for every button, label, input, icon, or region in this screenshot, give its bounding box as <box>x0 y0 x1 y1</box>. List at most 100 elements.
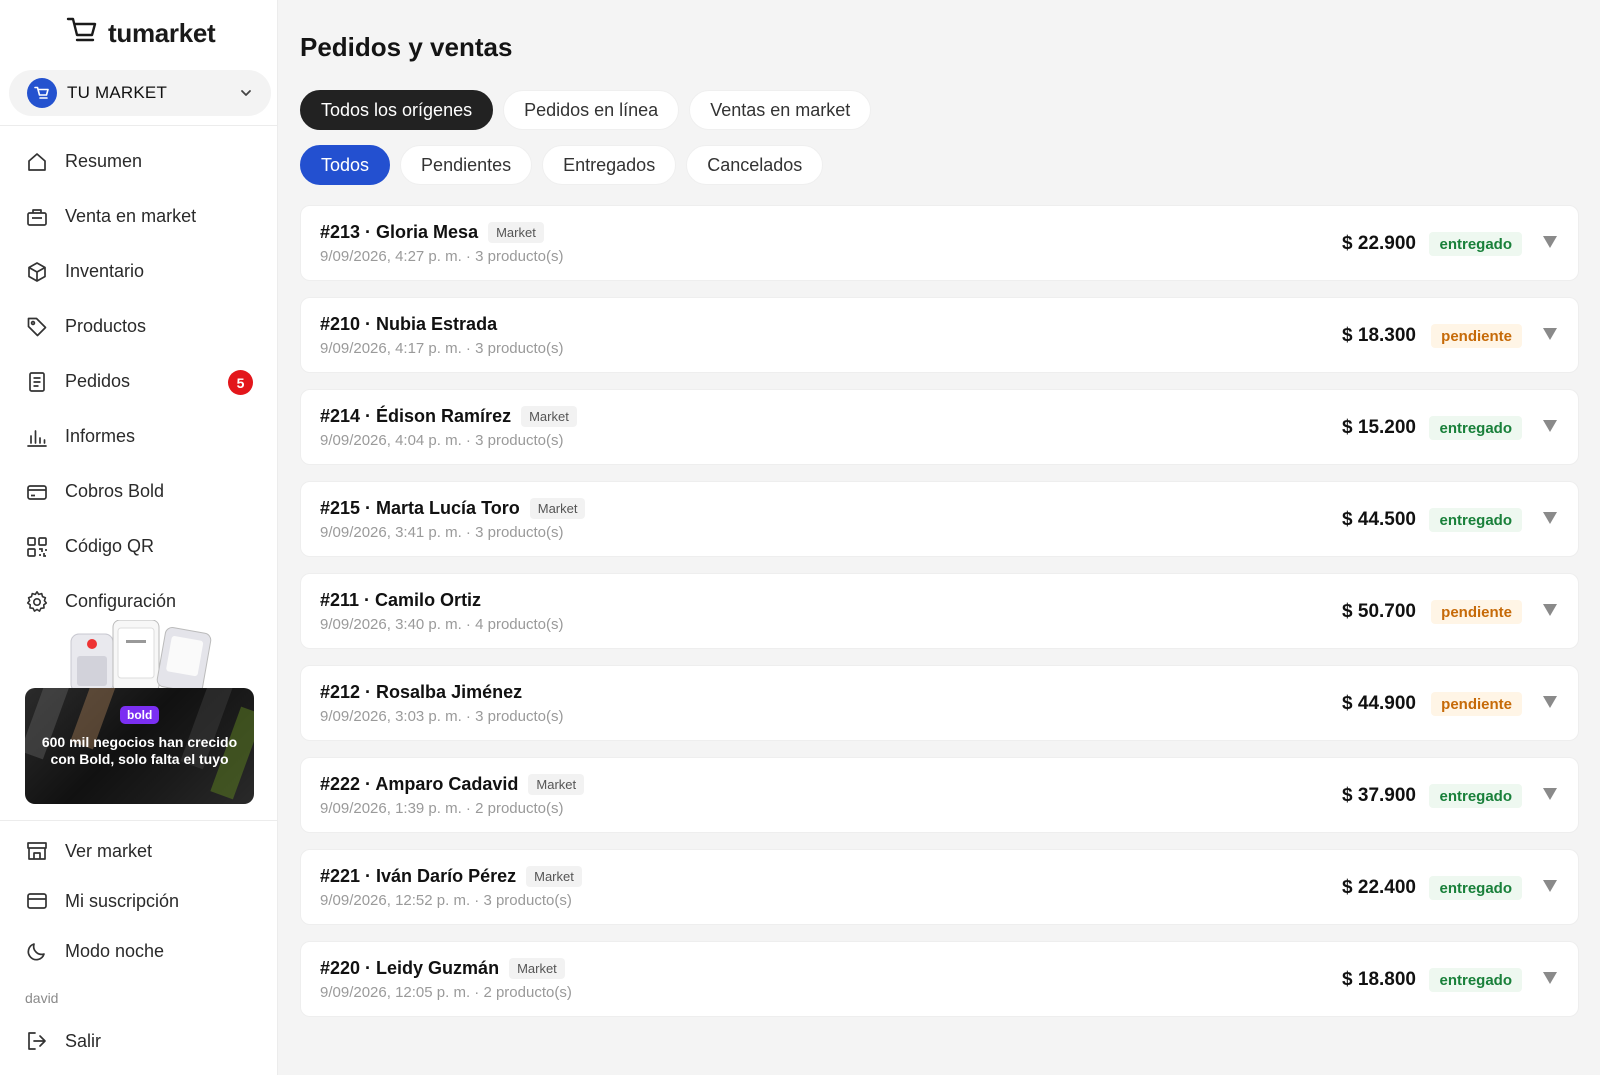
order-amount: $ 44.900 <box>1342 693 1416 714</box>
order-row[interactable]: #222 · Amparo Cadavid Market 9/09/2026, … <box>300 757 1579 833</box>
order-source-tag: Market <box>521 406 577 427</box>
status-badge: entregado <box>1429 968 1522 992</box>
order-row[interactable]: #212 · Rosalba Jiménez 9/09/2026, 3:03 p… <box>300 665 1579 741</box>
order-row[interactable]: #221 · Iván Darío Pérez Market 9/09/2026… <box>300 849 1579 925</box>
nav-item-resumen[interactable]: Resumen <box>0 134 278 189</box>
nav-item-venta-en-market[interactable]: Venta en market <box>0 189 278 244</box>
expand-triangle-icon[interactable] <box>1542 234 1558 250</box>
status-badge: entregado <box>1429 784 1522 808</box>
brand-name: tumarket <box>108 17 216 48</box>
nav-label: Resumen <box>65 151 143 171</box>
status-badge: pendiente <box>1431 600 1522 624</box>
expand-triangle-icon[interactable] <box>1542 602 1558 618</box>
expand-triangle-icon[interactable] <box>1542 786 1558 802</box>
source-filter-group: Todos los orígenes Pedidos en línea Vent… <box>300 90 872 130</box>
filter-cancelados[interactable]: Cancelados <box>686 145 824 185</box>
register-icon <box>25 205 49 229</box>
order-row[interactable]: #215 · Marta Lucía Toro Market 9/09/2026… <box>300 481 1579 557</box>
order-meta: 9/09/2026, 4:27 p. m. · 3 producto(s) <box>320 248 564 265</box>
logout-button[interactable]: Salir <box>0 1015 278 1067</box>
dark-mode-toggle[interactable]: Modo noche <box>0 926 278 976</box>
main-nav: Resumen Venta en market Inventario Produ… <box>0 134 278 629</box>
nav-label: Productos <box>65 316 147 336</box>
order-meta: 9/09/2026, 4:04 p. m. · 3 producto(s) <box>320 432 564 449</box>
order-source-tag: Market <box>488 222 544 243</box>
order-meta: 9/09/2026, 12:52 p. m. · 3 producto(s) <box>320 892 572 909</box>
nav-label: Venta en market <box>65 206 197 226</box>
nav-item-informes[interactable]: Informes <box>0 409 278 464</box>
expand-triangle-icon[interactable] <box>1542 694 1558 710</box>
order-meta: 9/09/2026, 4:17 p. m. · 3 producto(s) <box>320 340 564 357</box>
order-title: #214 · Édison Ramírez <box>320 406 512 426</box>
bold-logo: bold <box>120 706 160 724</box>
order-row[interactable]: #214 · Édison Ramírez Market 9/09/2026, … <box>300 389 1579 465</box>
chevron-down-icon <box>239 86 253 100</box>
expand-triangle-icon[interactable] <box>1542 418 1558 434</box>
bold-promo-banner[interactable]: bold 600 mil negocios han crecido con Bo… <box>25 620 254 805</box>
promo-text: 600 mil negocios han crecido con Bold, s… <box>41 734 238 767</box>
order-row[interactable]: #213 · Gloria Mesa Market 9/09/2026, 4:2… <box>300 205 1579 281</box>
expand-triangle-icon[interactable] <box>1542 878 1558 894</box>
order-row[interactable]: #220 · Leidy Guzmán Market 9/09/2026, 12… <box>300 941 1579 1017</box>
main-content: Pedidos y ventas Todos los orígenes Pedi… <box>278 0 1600 1075</box>
filter-pendientes[interactable]: Pendientes <box>400 145 533 185</box>
status-badge: entregado <box>1429 876 1522 900</box>
order-amount: $ 22.400 <box>1342 877 1416 898</box>
gear-icon <box>25 590 49 614</box>
nav-item-productos[interactable]: Productos <box>0 299 278 354</box>
order-source-tag: Market <box>528 774 585 795</box>
filter-todos[interactable]: Todos <box>300 145 391 185</box>
expand-triangle-icon[interactable] <box>1542 326 1558 342</box>
order-row[interactable]: #210 · Nubia Estrada 9/09/2026, 4:17 p. … <box>300 297 1579 373</box>
order-title: #222 · Amparo Cadavid <box>320 774 519 794</box>
order-meta: 9/09/2026, 3:41 p. m. · 3 producto(s) <box>320 524 564 541</box>
credit-card-icon <box>25 480 49 504</box>
order-header: #213 · Gloria Mesa Market <box>320 222 544 243</box>
order-source-tag: Market <box>526 866 582 887</box>
status-badge: entregado <box>1429 416 1522 440</box>
nav-item-inventario[interactable]: Inventario <box>0 244 278 299</box>
nav-label: Modo noche <box>65 940 165 961</box>
status-filter-group: Todos Pendientes Entregados Cancelados <box>300 145 824 185</box>
nav-label: Código QR <box>65 536 155 556</box>
status-badge: entregado <box>1429 232 1522 256</box>
nav-label: Ver market <box>65 840 153 861</box>
nav-label: Informes <box>65 426 136 446</box>
user-name: david <box>25 990 59 1006</box>
order-amount: $ 37.900 <box>1342 785 1416 806</box>
payment-terminals-image <box>70 620 212 692</box>
card-icon <box>25 889 49 913</box>
logout-icon <box>25 1029 49 1053</box>
filter-entregados[interactable]: Entregados <box>542 145 677 185</box>
nav-item-ver-market[interactable]: Ver market <box>0 826 278 876</box>
cart-icon <box>66 16 98 51</box>
order-header: #220 · Leidy Guzmán Market <box>320 958 565 979</box>
order-meta: 9/09/2026, 3:40 p. m. · 4 producto(s) <box>320 616 564 633</box>
expand-triangle-icon[interactable] <box>1542 970 1558 986</box>
qr-code-icon <box>25 535 49 559</box>
filter-pedidos-en-linea[interactable]: Pedidos en línea <box>503 90 680 130</box>
order-header: #214 · Édison Ramírez Market <box>320 406 577 427</box>
nav-label: Mi suscripción <box>65 890 180 911</box>
moon-icon <box>25 939 49 963</box>
order-row[interactable]: #211 · Camilo Ortiz 9/09/2026, 3:40 p. m… <box>300 573 1579 649</box>
order-amount: $ 15.200 <box>1342 417 1416 438</box>
order-meta: 9/09/2026, 1:39 p. m. · 2 producto(s) <box>320 800 564 817</box>
expand-triangle-icon[interactable] <box>1542 510 1558 526</box>
order-header: #211 · Camilo Ortiz <box>320 590 481 611</box>
order-header: #221 · Iván Darío Pérez Market <box>320 866 582 887</box>
storefront-icon <box>25 839 49 863</box>
filter-todos-los-origenes[interactable]: Todos los orígenes <box>300 90 494 130</box>
nav-item-cobros-bold[interactable]: Cobros Bold <box>0 464 278 519</box>
nav-label: Cobros Bold <box>65 481 165 501</box>
filter-ventas-en-market[interactable]: Ventas en market <box>689 90 872 130</box>
nav-label: Inventario <box>65 261 145 281</box>
store-name: TU MARKET <box>67 83 168 102</box>
store-selector[interactable]: TU MARKET <box>9 70 271 116</box>
nav-item-codigo-qr[interactable]: Código QR <box>0 519 278 574</box>
brand-logo[interactable]: tumarket <box>66 16 216 51</box>
nav-item-pedidos[interactable]: Pedidos 5 <box>0 354 278 409</box>
order-amount: $ 50.700 <box>1342 601 1416 622</box>
divider <box>0 125 278 126</box>
nav-item-mi-suscripcion[interactable]: Mi suscripción <box>0 876 278 926</box>
